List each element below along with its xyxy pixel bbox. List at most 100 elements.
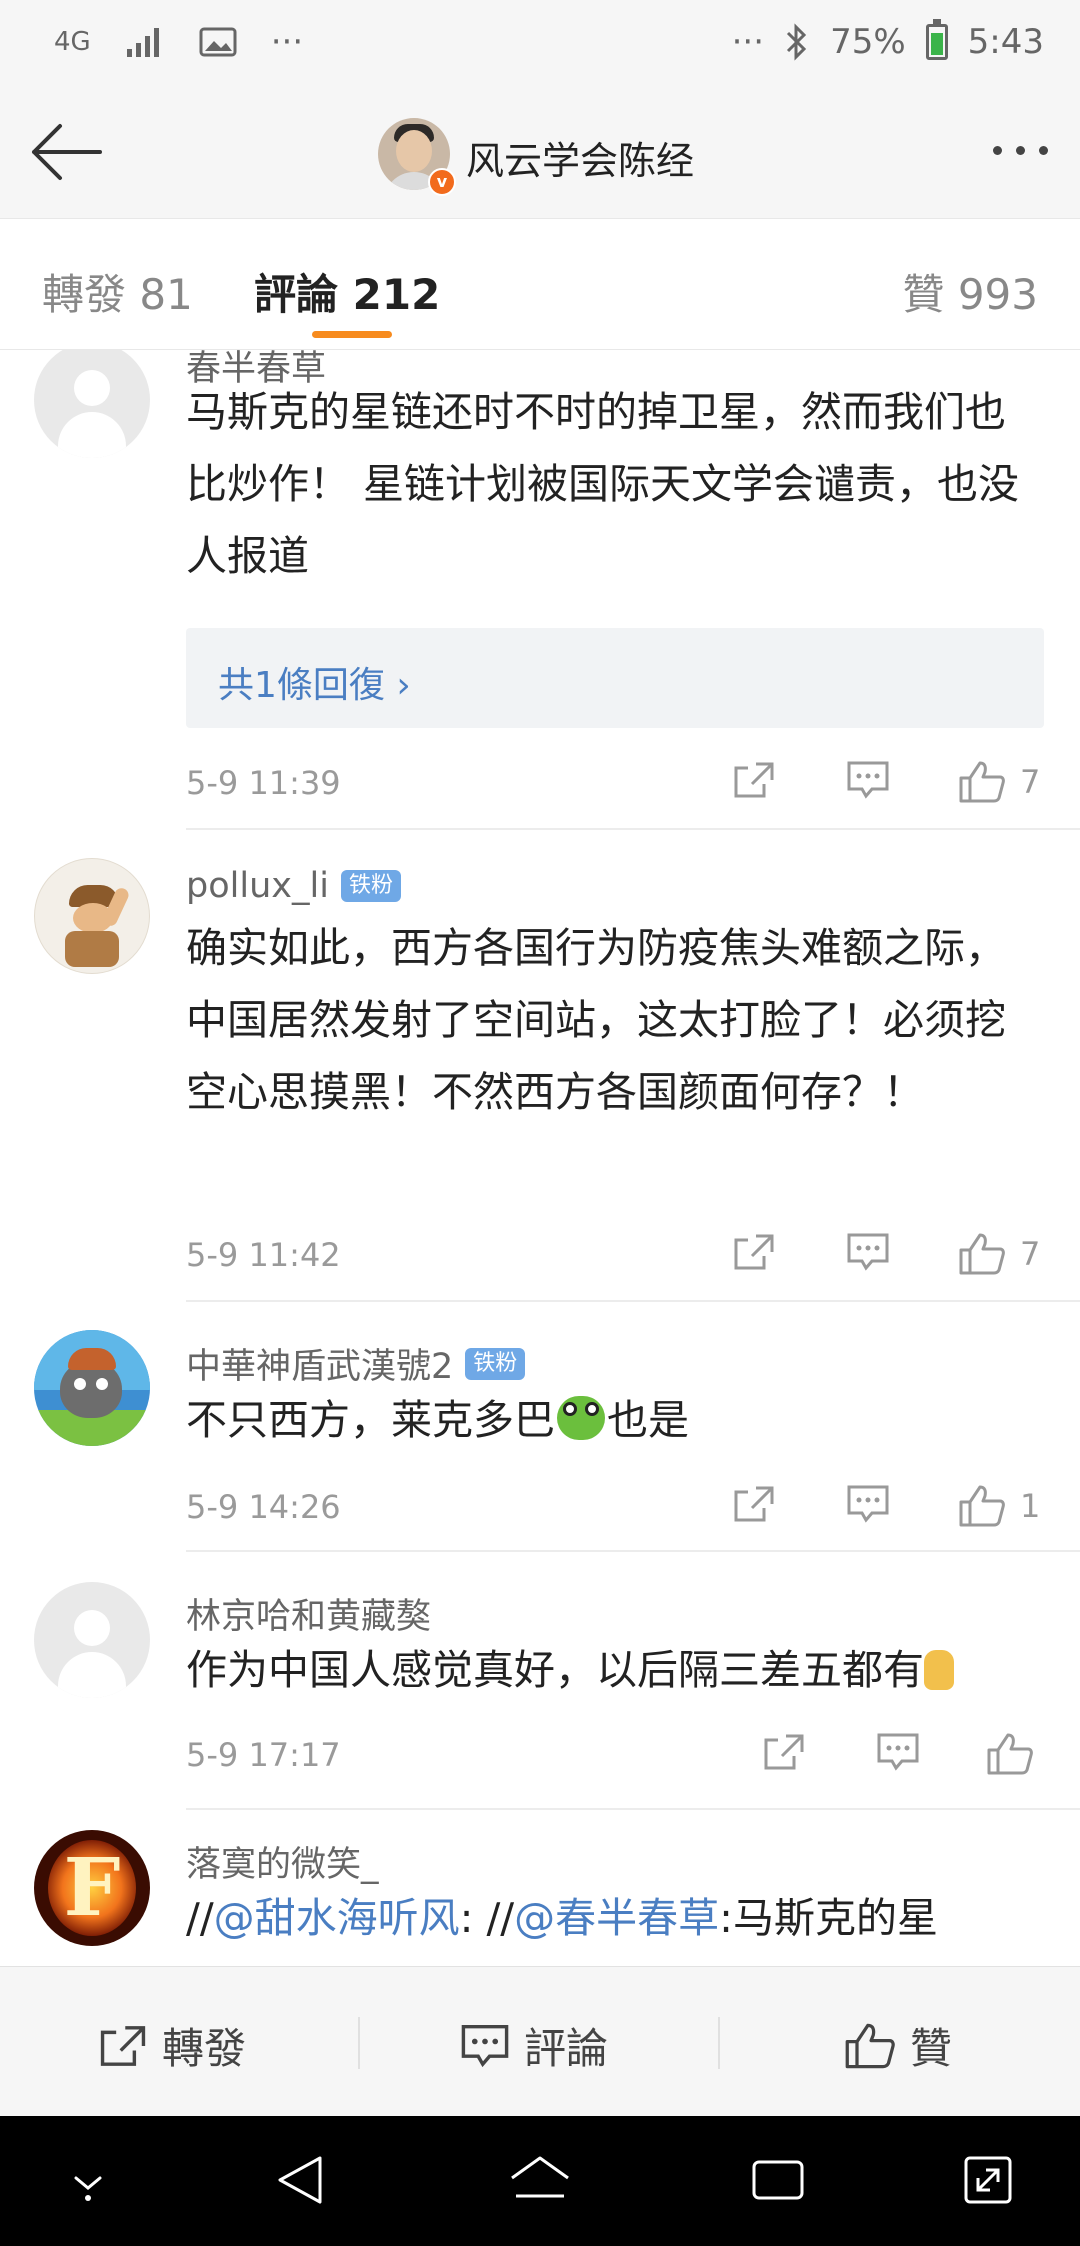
comment-list[interactable]: 春半春草 马斯克的星链还时不时的掉卫星，然而我们也比炒作！ 星链计划被国际天文学… <box>0 350 1080 1966</box>
more-icon[interactable] <box>993 146 1048 155</box>
comment-meta: 5-9 11:39 7 <box>186 761 1044 804</box>
status-right: ··· 75% 5:43 <box>731 19 1044 62</box>
like-button[interactable] <box>986 1732 1034 1776</box>
verified-badge: v <box>428 168 456 196</box>
divider <box>186 1808 1080 1810</box>
avatar[interactable] <box>34 350 150 458</box>
nav-expand-icon[interactable] <box>960 2152 1016 2208</box>
like-icon <box>959 1485 1005 1527</box>
avatar[interactable] <box>34 1582 150 1698</box>
mention-link[interactable]: @春半春草 <box>514 1894 719 1942</box>
like-icon <box>987 1733 1033 1775</box>
forward-button[interactable]: 轉發 <box>98 2015 246 2076</box>
like-icon <box>845 2023 895 2068</box>
share-icon <box>734 1486 774 1522</box>
comment-icon <box>461 2024 509 2067</box>
share-button[interactable] <box>732 1484 776 1524</box>
comment-meta: 5-9 11:42 7 <box>186 1233 1044 1276</box>
mention-link[interactable]: @甜水海听风 <box>214 1894 460 1942</box>
reply-summary[interactable]: 共1條回復 › <box>186 628 1044 728</box>
nav-back-icon[interactable] <box>272 2152 328 2208</box>
avatar[interactable] <box>34 858 150 974</box>
comment-username[interactable]: pollux_li 铁粉 <box>186 866 401 906</box>
comment-icon <box>847 1233 889 1271</box>
reply-button[interactable] <box>846 760 890 800</box>
clock: 5:43 <box>967 22 1044 62</box>
share-icon <box>734 1234 774 1270</box>
like-button[interactable]: 1 <box>958 1484 1040 1528</box>
share-button[interactable] <box>762 1732 806 1772</box>
like-button[interactable]: 7 <box>958 1232 1040 1276</box>
comment-meta: 5-9 17:17 <box>186 1733 1044 1776</box>
active-tab-indicator <box>312 331 392 338</box>
share-icon <box>764 1734 804 1770</box>
comment-time: 5-9 11:42 <box>186 1236 341 1274</box>
comment-text: 马斯克的星链还时不时的掉卫星，然而我们也比炒作！ 星链计划被国际天文学会谴责，也… <box>186 388 1020 580</box>
tab-comments[interactable]: 評論 212 <box>254 261 440 322</box>
thumbs-up-emoji-icon <box>924 1650 954 1690</box>
share-button[interactable] <box>732 760 776 800</box>
comment-time: 5-9 11:39 <box>186 764 341 802</box>
divider <box>186 828 1080 830</box>
share-icon <box>100 2025 146 2066</box>
nav-recents-icon[interactable] <box>748 2152 808 2208</box>
comment-time: 5-9 14:26 <box>186 1488 341 1526</box>
status-more: ··· <box>731 22 765 62</box>
share-button[interactable] <box>732 1232 776 1272</box>
comment-icon <box>847 1485 889 1523</box>
separator <box>718 2017 720 2069</box>
like-count: 7 <box>1020 1235 1041 1273</box>
bottom-action-bar: 轉發 評論 贊 <box>0 1966 1080 2116</box>
divider <box>186 1300 1080 1302</box>
like-button[interactable]: 贊 <box>844 2015 952 2076</box>
like-button[interactable]: 7 <box>958 760 1040 804</box>
tab-likes[interactable]: 贊 993 <box>902 261 1038 322</box>
comment-username[interactable]: 林京哈和黄藏獒 <box>186 1588 431 1639</box>
nav-home-icon[interactable] <box>508 2152 572 2208</box>
like-count: 1 <box>1020 1487 1041 1525</box>
like-count: 7 <box>1020 763 1041 801</box>
like-icon <box>959 761 1005 803</box>
divider <box>186 1550 1080 1552</box>
battery-icon <box>925 19 948 60</box>
reply-button[interactable] <box>846 1232 890 1272</box>
status-bar: 4G ··· ··· 75% 5:43 <box>0 0 1080 90</box>
avatar[interactable]: F <box>34 1830 150 1946</box>
back-button[interactable] <box>28 120 104 184</box>
comment-icon <box>877 1733 919 1771</box>
comment-text: 确实如此，西方各国行为防疫焦头难额之际，中国居然发射了空间站，这太打脸了！必须挖… <box>186 924 1006 1116</box>
frog-emoji-icon <box>557 1396 605 1440</box>
bluetooth-icon <box>787 23 807 61</box>
separator <box>358 2017 360 2069</box>
share-icon <box>734 762 774 798</box>
signal-icon <box>126 28 159 57</box>
tab-forward[interactable]: 轉發 81 <box>42 261 193 322</box>
system-nav-bar <box>0 2116 1080 2246</box>
comment-text: 作为中国人感觉真好，以后隔三差五都有 <box>186 1634 1046 1706</box>
comment-username[interactable]: 中華神盾武漢號2 铁粉 <box>186 1338 526 1389</box>
reply-button[interactable] <box>846 1484 890 1524</box>
comment-button[interactable]: 評論 <box>460 2015 608 2076</box>
notification-more: ··· <box>270 22 304 62</box>
avatar[interactable] <box>34 1330 150 1446</box>
battery-percent: 75% <box>830 22 906 62</box>
comment-text: 不只西方，莱克多巴 也是 <box>186 1396 689 1444</box>
comment-text: //@甜水海听风: //@春半春草:马斯克的星 <box>186 1894 938 1942</box>
back-arrow-icon <box>32 124 102 180</box>
fan-badge: 铁粉 <box>465 1347 526 1380</box>
reply-count-link[interactable]: 共1條回復 › <box>218 656 411 708</box>
page-title[interactable]: 风云学会陈经 <box>466 130 694 185</box>
tab-bar: 轉發 81 評論 212 贊 993 <box>0 218 1080 350</box>
comment-time: 5-9 17:17 <box>186 1736 341 1774</box>
network-indicator: 4G <box>54 27 91 57</box>
hide-keyboard-icon[interactable] <box>66 2152 110 2208</box>
reply-button[interactable] <box>876 1732 920 1772</box>
comment-meta: 5-9 14:26 1 <box>186 1485 1044 1528</box>
status-left: 4G ··· <box>54 22 303 62</box>
comment-icon <box>847 761 889 799</box>
like-icon <box>959 1233 1005 1275</box>
app-header: v 风云学会陈经 <box>0 90 1080 218</box>
gallery-icon <box>199 27 237 57</box>
fan-badge: 铁粉 <box>340 870 401 902</box>
comment-username[interactable]: 落寞的微笑_ <box>186 1836 379 1887</box>
